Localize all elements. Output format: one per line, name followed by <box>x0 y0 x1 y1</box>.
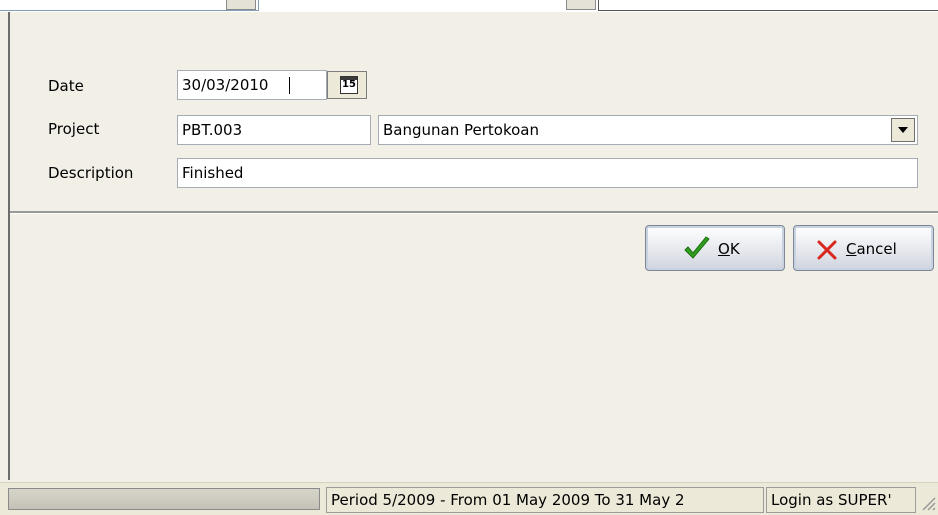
top-strip <box>0 0 938 12</box>
date-label: Date <box>48 77 84 95</box>
form-divider <box>10 211 938 214</box>
description-label: Description <box>48 164 134 182</box>
status-bar: Period 5/2009 - From 01 May 2009 To 31 M… <box>0 482 938 515</box>
resize-grip-icon[interactable] <box>918 493 936 511</box>
date-field[interactable]: 30/03/2010 <box>177 70 327 100</box>
top-left-button[interactable] <box>226 0 256 10</box>
cancel-button[interactable]: Cancel <box>793 225 934 271</box>
project-code-field[interactable]: PBT.003 <box>177 115 371 145</box>
project-label: Project <box>48 120 100 138</box>
edit-project-dialog: Date 30/03/2010 15 Project PBT.003 Bangu… <box>0 0 938 515</box>
status-period: Period 5/2009 - From 01 May 2009 To 31 M… <box>326 487 764 513</box>
status-login: Login as SUPER' <box>766 487 916 513</box>
text-caret <box>289 77 290 94</box>
cancel-label: Cancel <box>846 240 897 258</box>
description-field[interactable]: Finished <box>177 158 918 188</box>
close-icon <box>817 240 837 260</box>
top-right-field[interactable] <box>598 0 938 11</box>
check-icon <box>684 236 710 259</box>
calendar-icon: 15 <box>340 76 358 94</box>
top-right-button[interactable] <box>566 0 596 10</box>
ok-label: OK <box>718 240 740 258</box>
ok-button[interactable]: OK <box>645 225 785 271</box>
project-name-value: Bangunan Pertokoan <box>383 121 539 139</box>
top-left-field[interactable] <box>0 0 259 11</box>
chevron-down-icon[interactable] <box>891 118 915 142</box>
window-left-edge <box>8 12 10 480</box>
calendar-button[interactable]: 15 <box>327 71 367 99</box>
project-name-select[interactable]: Bangunan Pertokoan <box>378 115 918 145</box>
status-progress-bar <box>8 488 320 510</box>
